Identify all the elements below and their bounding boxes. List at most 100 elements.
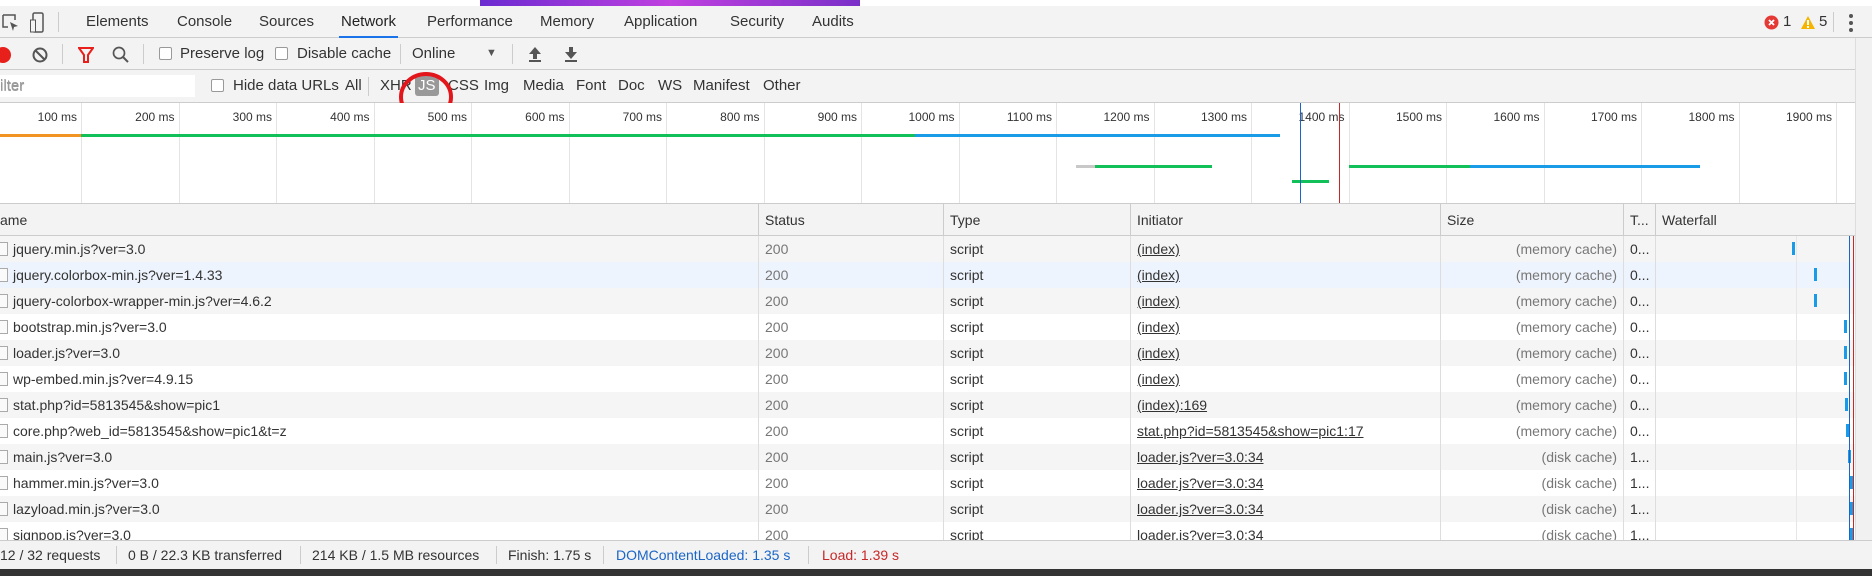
request-size: (disk cache) xyxy=(1440,470,1623,496)
filter-icon[interactable] xyxy=(78,47,94,63)
initiator-link[interactable]: (index) xyxy=(1137,293,1180,309)
table-row[interactable]: lazyload.min.js?ver=3.0 200 script loader.j… xyxy=(0,496,1855,522)
column-header-name[interactable]: ame xyxy=(0,204,758,236)
request-waterfall xyxy=(1655,418,1855,444)
error-icon[interactable] xyxy=(1764,15,1779,30)
request-name[interactable]: bootstrap.min.js?ver=3.0 xyxy=(7,314,758,340)
export-har-icon[interactable] xyxy=(564,46,578,62)
filter-type-media[interactable]: Media xyxy=(523,77,564,94)
inspect-element-icon[interactable] xyxy=(2,14,20,32)
request-name[interactable]: jquery.colorbox-min.js?ver=1.4.33 xyxy=(7,262,758,288)
initiator-link[interactable]: (index) xyxy=(1137,241,1180,257)
request-name[interactable]: lazyload.min.js?ver=3.0 xyxy=(7,496,758,522)
table-row[interactable]: jquery.min.js?ver=3.0 200 script (index) (me… xyxy=(0,236,1855,262)
initiator-link[interactable]: (index) xyxy=(1137,319,1180,335)
error-count[interactable]: 1 xyxy=(1783,13,1791,30)
request-name[interactable]: main.js?ver=3.0 xyxy=(7,444,758,470)
filter-type-all[interactable]: All xyxy=(345,77,362,94)
filter-input-container[interactable]: ilter xyxy=(0,75,195,97)
request-name[interactable]: core.php?web_id=5813545&show=pic1&t=z xyxy=(7,418,758,444)
warning-count[interactable]: 5 xyxy=(1819,13,1827,30)
column-header-waterfall[interactable]: Waterfall xyxy=(1655,204,1855,236)
column-header-initiator[interactable]: Initiator xyxy=(1130,204,1440,236)
tab-performance[interactable]: Performance xyxy=(425,6,515,38)
device-toolbar-icon[interactable] xyxy=(30,12,46,34)
disable-cache-label[interactable]: Disable cache xyxy=(297,45,391,62)
warning-icon[interactable] xyxy=(1800,15,1816,30)
request-initiator: loader.js?ver=3.0:34 xyxy=(1130,470,1440,496)
filter-input[interactable] xyxy=(0,75,195,97)
filter-type-font[interactable]: Font xyxy=(576,77,606,94)
vertical-scrollbar[interactable] xyxy=(1855,38,1872,540)
column-header-type[interactable]: Type xyxy=(943,204,1130,236)
request-name[interactable]: signpop.js?ver=3.0 xyxy=(7,522,758,540)
filter-type-manifest[interactable]: Manifest xyxy=(693,77,750,94)
tab-application[interactable]: Application xyxy=(622,6,699,38)
request-name[interactable]: hammer.min.js?ver=3.0 xyxy=(7,470,758,496)
request-type: script xyxy=(943,392,1130,418)
table-row[interactable]: wp-embed.min.js?ver=4.9.15 200 script (inde… xyxy=(0,366,1855,392)
preserve-log-checkbox[interactable] xyxy=(159,47,172,60)
request-name[interactable]: stat.php?id=5813545&show=pic1 xyxy=(7,392,758,418)
request-name[interactable]: wp-embed.min.js?ver=4.9.15 xyxy=(7,366,758,392)
column-header-size[interactable]: Size xyxy=(1440,204,1623,236)
search-icon[interactable] xyxy=(112,46,129,63)
tab-security[interactable]: Security xyxy=(728,6,786,38)
hide-data-urls-checkbox[interactable] xyxy=(211,79,224,92)
initiator-link[interactable]: (index) xyxy=(1137,267,1180,283)
tab-network[interactable]: Network xyxy=(339,6,399,38)
table-row[interactable]: jquery.colorbox-min.js?ver=1.4.33 200 scri… xyxy=(0,262,1855,288)
filter-type-img[interactable]: Img xyxy=(484,77,509,94)
throttling-select[interactable]: Online ▼ xyxy=(406,42,506,66)
initiator-link[interactable]: (index) xyxy=(1137,345,1180,361)
table-row[interactable]: loader.js?ver=3.0 200 script (index) (memory… xyxy=(0,340,1855,366)
tab-sources[interactable]: Sources xyxy=(257,6,316,38)
more-options-icon[interactable] xyxy=(1848,12,1854,34)
record-icon[interactable] xyxy=(0,46,12,64)
filter-bar: ilter Hide data URLs AllXHRJSCSSImgMedia… xyxy=(0,70,1872,122)
initiator-link[interactable]: loader.js?ver=3.0:34 xyxy=(1137,449,1263,465)
table-row[interactable]: jquery-colorbox-wrapper-min.js?ver=4.6.2… xyxy=(0,288,1855,314)
request-name[interactable]: jquery-colorbox-wrapper-min.js?ver=4.6.2 xyxy=(7,288,758,314)
filter-type-css[interactable]: CSS xyxy=(448,77,479,94)
disable-cache-checkbox[interactable] xyxy=(275,47,288,60)
initiator-link[interactable]: loader.js?ver=3.0:34 xyxy=(1137,527,1263,540)
request-name[interactable]: loader.js?ver=3.0 xyxy=(7,340,758,366)
request-waterfall xyxy=(1655,236,1855,262)
preserve-log-label[interactable]: Preserve log xyxy=(180,45,264,62)
filter-type-js[interactable]: JS xyxy=(415,75,439,96)
table-row[interactable]: bootstrap.min.js?ver=3.0 200 script (index)… xyxy=(0,314,1855,340)
column-header-status[interactable]: Status xyxy=(758,204,943,236)
filter-type-ws[interactable]: WS xyxy=(658,77,682,94)
table-row[interactable]: core.php?web_id=5813545&show=pic1&t=z 200… xyxy=(0,418,1855,444)
table-row[interactable]: signpop.js?ver=3.0 200 script loader.js?ver… xyxy=(0,522,1855,540)
hide-data-urls-label[interactable]: Hide data URLs xyxy=(233,77,339,94)
request-waterfall xyxy=(1655,314,1855,340)
column-header-time[interactable]: T... xyxy=(1623,204,1655,236)
initiator-link[interactable]: (index) xyxy=(1137,371,1180,387)
network-overview-timeline[interactable]: 100 ms 200 ms 300 ms 400 ms 500 ms 600 ms 700 … xyxy=(0,103,1872,204)
table-row[interactable]: hammer.min.js?ver=3.0 200 script loader.js?… xyxy=(0,470,1855,496)
request-name[interactable]: jquery.min.js?ver=3.0 xyxy=(7,236,758,262)
initiator-link[interactable]: (index):169 xyxy=(1137,397,1207,413)
request-table: jquery.min.js?ver=3.0 200 script (index) (me… xyxy=(0,236,1855,540)
dom-content-loaded-time: DOMContentLoaded: 1.35 s xyxy=(616,547,791,563)
divider xyxy=(496,546,497,564)
tab-elements[interactable]: Elements xyxy=(84,6,151,38)
table-row[interactable]: main.js?ver=3.0 200 script loader.js?ver=3.… xyxy=(0,444,1855,470)
request-status: 200 xyxy=(758,366,943,392)
initiator-link[interactable]: loader.js?ver=3.0:34 xyxy=(1137,501,1263,517)
clear-icon[interactable] xyxy=(32,47,48,63)
filter-type-other[interactable]: Other xyxy=(763,77,801,94)
filter-type-doc[interactable]: Doc xyxy=(618,77,645,94)
request-initiator: (index) xyxy=(1130,236,1440,262)
tab-audits[interactable]: Audits xyxy=(810,6,856,38)
request-size: (memory cache) xyxy=(1440,418,1623,444)
tab-memory[interactable]: Memory xyxy=(538,6,596,38)
initiator-link[interactable]: stat.php?id=5813545&show=pic1:17 xyxy=(1137,423,1364,439)
timeline-tick-label: 1100 ms xyxy=(1006,110,1052,124)
tab-console[interactable]: Console xyxy=(175,6,234,38)
initiator-link[interactable]: loader.js?ver=3.0:34 xyxy=(1137,475,1263,491)
table-row[interactable]: stat.php?id=5813545&show=pic1 200 script (i… xyxy=(0,392,1855,418)
import-har-icon[interactable] xyxy=(528,46,542,62)
